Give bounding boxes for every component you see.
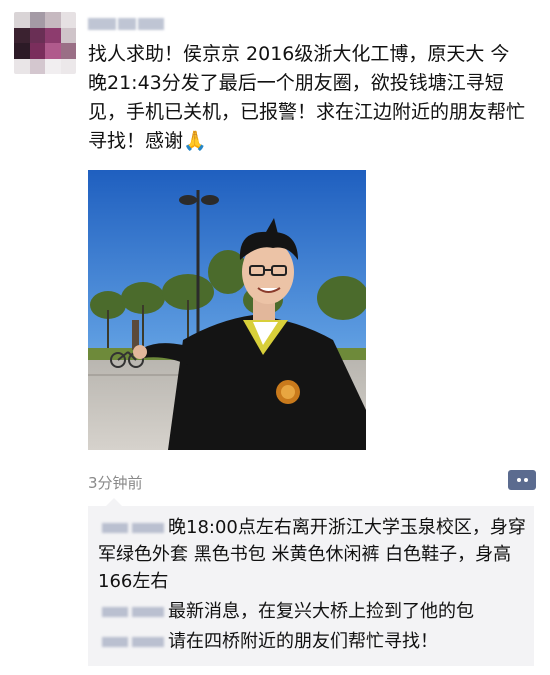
avatar[interactable] [14,12,76,74]
more-dots-icon [523,478,528,482]
comment-item[interactable]: 晚18:00点左右离开浙江大学玉泉校区，身穿军绿色外套 黑色书包 米黄色休闲裤 … [98,514,526,595]
comment-text: 请在四桥附近的朋友们帮忙寻找！ [168,631,438,652]
poster-name-blurred[interactable] [88,14,168,34]
comment-text: 最新消息，在复兴大桥上捡到了他的包 [168,601,474,622]
comment-item[interactable]: 最新消息，在复兴大桥上捡到了他的包 [98,598,526,625]
comments-section: 晚18:00点左右离开浙江大学玉泉校区，身穿军绿色外套 黑色书包 米黄色休闲裤 … [88,498,534,666]
graduation-photo-image [88,170,366,450]
more-actions-button[interactable] [508,470,536,490]
comment-item[interactable]: 请在四桥附近的朋友们帮忙寻找！ [98,628,526,655]
more-dots-icon [516,478,521,482]
commenter-name-blurred[interactable] [98,605,168,619]
commenter-name-blurred[interactable] [98,635,168,649]
commenter-name-blurred[interactable] [98,521,168,535]
post-timestamp: 3分钟前 [88,474,143,492]
moments-post: 找人求助！侯京京 2016级浙大化工博，原天大 今晚21:43分发了最后一个朋友… [0,0,550,675]
post-photo[interactable] [88,170,366,450]
post-text: 找人求助！侯京京 2016级浙大化工博，原天大 今晚21:43分发了最后一个朋友… [88,43,526,152]
